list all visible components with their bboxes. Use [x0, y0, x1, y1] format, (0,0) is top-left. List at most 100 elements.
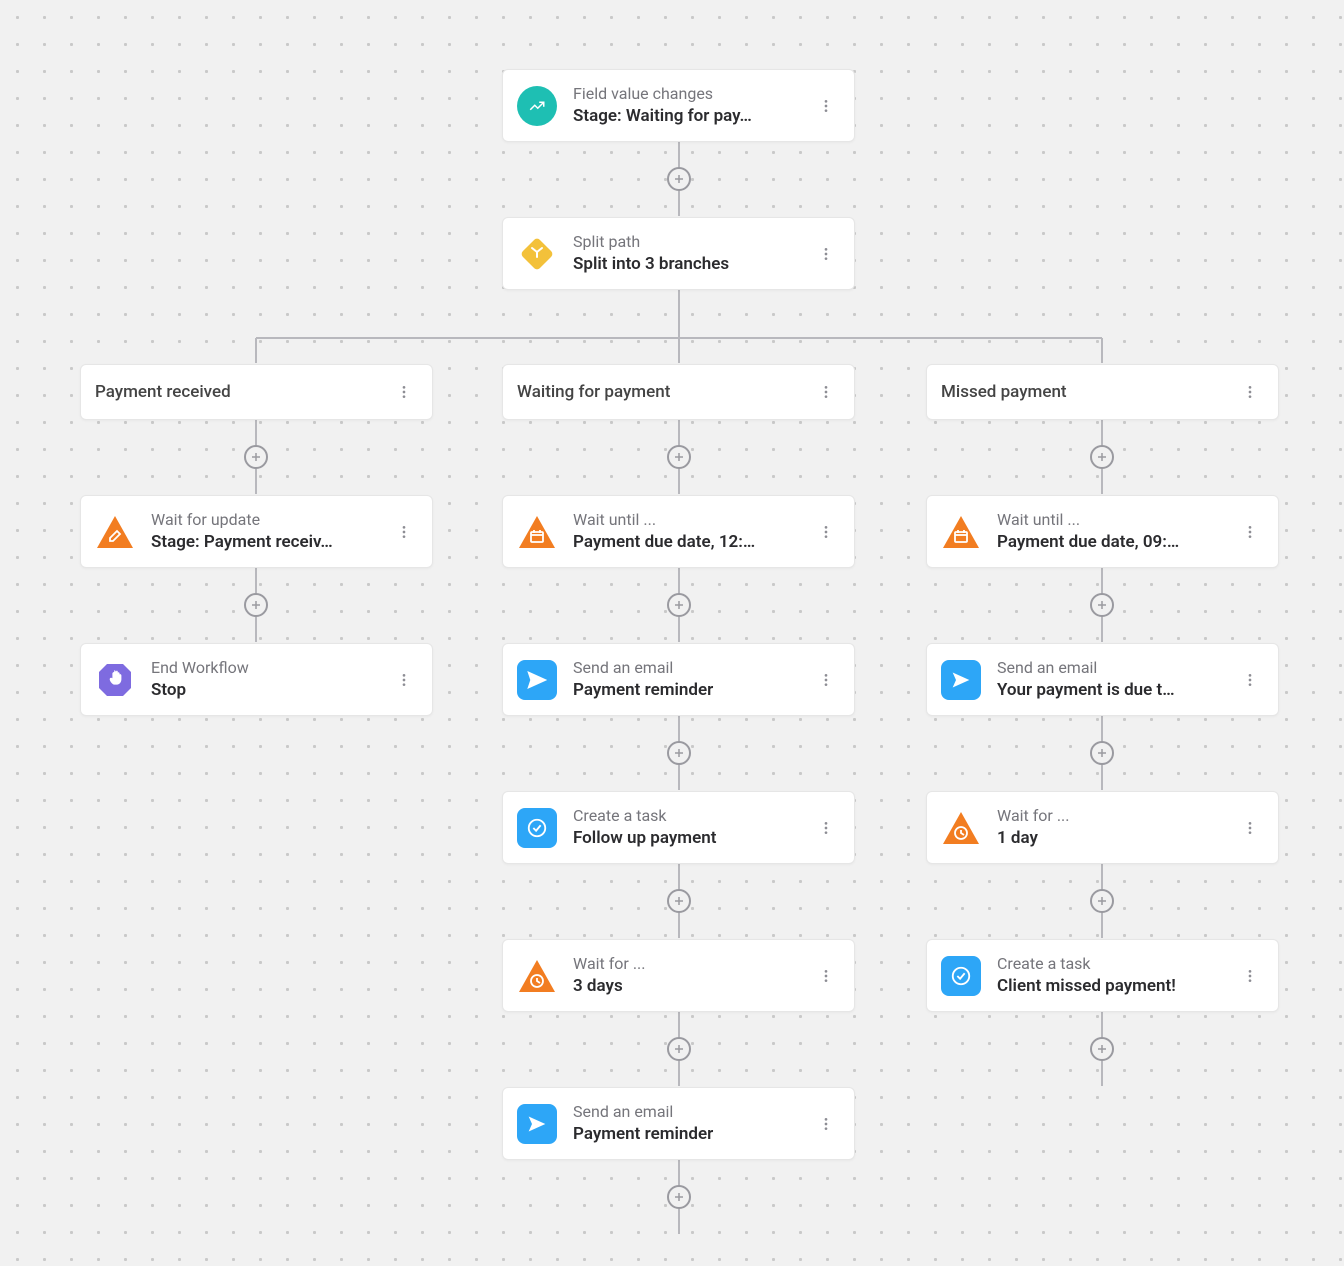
node-menu-button[interactable]: [390, 378, 418, 406]
node-text: Wait until ... Payment due date, 09:…: [997, 510, 1236, 553]
node-menu-button[interactable]: [812, 962, 840, 990]
node-title: Send an email: [573, 1102, 812, 1123]
node-title: Create a task: [997, 954, 1236, 975]
node-title: Wait until ...: [573, 510, 812, 531]
clock-icon: [941, 808, 981, 848]
node-text: Split path Split into 3 branches: [573, 232, 812, 275]
node-menu-button[interactable]: [1236, 814, 1264, 842]
workflow-end-node[interactable]: End Workflow Stop: [80, 643, 433, 716]
workflow-node[interactable]: Wait for ... 3 days: [502, 939, 855, 1012]
node-text: Wait for ... 3 days: [573, 954, 812, 997]
send-icon: [517, 660, 557, 700]
node-text: Waiting for payment: [517, 381, 812, 403]
task-icon: [517, 808, 557, 848]
branch-title: Payment received: [95, 381, 390, 403]
node-subtitle: Payment due date, 12:…: [573, 531, 812, 553]
workflow-node[interactable]: Create a task Client missed payment!: [926, 939, 1279, 1012]
node-subtitle: Client missed payment!: [997, 975, 1236, 997]
add-step-button[interactable]: [667, 1037, 691, 1061]
clock-icon: [517, 956, 557, 996]
node-subtitle: Payment reminder: [573, 679, 812, 701]
node-text: Wait for ... 1 day: [997, 806, 1236, 849]
calendar-icon: [941, 512, 981, 552]
node-subtitle: Stop: [151, 679, 390, 701]
node-subtitle: Your payment is due t…: [997, 679, 1236, 701]
add-step-button[interactable]: [244, 593, 268, 617]
node-title: Field value changes: [573, 84, 812, 105]
workflow-node[interactable]: Wait until ... Payment due date, 09:…: [926, 495, 1279, 568]
node-menu-button[interactable]: [390, 518, 418, 546]
workflow-node[interactable]: Wait for update Stage: Payment receiv…: [80, 495, 433, 568]
node-subtitle: Payment due date, 09:…: [997, 531, 1236, 553]
node-subtitle: 1 day: [997, 827, 1236, 849]
add-step-button[interactable]: [667, 741, 691, 765]
node-subtitle: Follow up payment: [573, 827, 812, 849]
add-step-button[interactable]: [667, 167, 691, 191]
node-menu-button[interactable]: [812, 1110, 840, 1138]
node-menu-button[interactable]: [812, 378, 840, 406]
add-step-button[interactable]: [667, 445, 691, 469]
add-step-button[interactable]: [1090, 445, 1114, 469]
add-step-button[interactable]: [1090, 1037, 1114, 1061]
node-subtitle: Payment reminder: [573, 1123, 812, 1145]
node-title: Wait for ...: [573, 954, 812, 975]
node-menu-button[interactable]: [812, 92, 840, 120]
node-menu-button[interactable]: [812, 518, 840, 546]
branch-title: Missed payment: [941, 381, 1236, 403]
node-title: Split path: [573, 232, 812, 253]
send-icon: [941, 660, 981, 700]
node-subtitle: Stage: Payment receiv…: [151, 531, 390, 553]
add-step-button[interactable]: [667, 593, 691, 617]
add-step-button[interactable]: [244, 445, 268, 469]
workflow-node[interactable]: Send an email Your payment is due t…: [926, 643, 1279, 716]
node-title: Send an email: [573, 658, 812, 679]
node-text: Payment received: [95, 381, 390, 403]
node-text: Send an email Payment reminder: [573, 1102, 812, 1145]
add-step-button[interactable]: [667, 889, 691, 913]
split-icon: [517, 234, 557, 274]
node-text: Wait for update Stage: Payment receiv…: [151, 510, 390, 553]
node-menu-button[interactable]: [1236, 518, 1264, 546]
send-icon: [517, 1104, 557, 1144]
workflow-split-node[interactable]: Split path Split into 3 branches: [502, 217, 855, 290]
node-text: Send an email Payment reminder: [573, 658, 812, 701]
add-step-button[interactable]: [667, 1185, 691, 1209]
workflow-node[interactable]: Send an email Payment reminder: [502, 643, 855, 716]
workflow-node[interactable]: Send an email Payment reminder: [502, 1087, 855, 1160]
branch-header-waiting[interactable]: Waiting for payment: [502, 364, 855, 420]
node-title: Send an email: [997, 658, 1236, 679]
node-menu-button[interactable]: [812, 814, 840, 842]
node-text: Field value changes Stage: Waiting for p…: [573, 84, 812, 127]
node-subtitle: Stage: Waiting for pay…: [573, 105, 812, 127]
branch-header-missed[interactable]: Missed payment: [926, 364, 1279, 420]
node-text: Create a task Client missed payment!: [997, 954, 1236, 997]
node-text: End Workflow Stop: [151, 658, 390, 701]
node-text: Create a task Follow up payment: [573, 806, 812, 849]
node-menu-button[interactable]: [1236, 378, 1264, 406]
workflow-node[interactable]: Create a task Follow up payment: [502, 791, 855, 864]
node-title: Wait for ...: [997, 806, 1236, 827]
branch-title: Waiting for payment: [517, 381, 812, 403]
node-subtitle: 3 days: [573, 975, 812, 997]
node-text: Wait until ... Payment due date, 12:…: [573, 510, 812, 553]
edit-icon: [95, 512, 135, 552]
node-menu-button[interactable]: [1236, 666, 1264, 694]
workflow-trigger-node[interactable]: Field value changes Stage: Waiting for p…: [502, 69, 855, 142]
node-menu-button[interactable]: [812, 240, 840, 268]
add-step-button[interactable]: [1090, 889, 1114, 913]
node-menu-button[interactable]: [390, 666, 418, 694]
node-text: Missed payment: [941, 381, 1236, 403]
node-title: Wait for update: [151, 510, 390, 531]
branch-header-payment-received[interactable]: Payment received: [80, 364, 433, 420]
workflow-node[interactable]: Wait until ... Payment due date, 12:…: [502, 495, 855, 568]
add-step-button[interactable]: [1090, 741, 1114, 765]
workflow-node[interactable]: Wait for ... 1 day: [926, 791, 1279, 864]
node-title: End Workflow: [151, 658, 390, 679]
node-title: Wait until ...: [997, 510, 1236, 531]
add-step-button[interactable]: [1090, 593, 1114, 617]
field-change-icon: [517, 86, 557, 126]
calendar-icon: [517, 512, 557, 552]
node-menu-button[interactable]: [1236, 962, 1264, 990]
node-text: Send an email Your payment is due t…: [997, 658, 1236, 701]
node-menu-button[interactable]: [812, 666, 840, 694]
